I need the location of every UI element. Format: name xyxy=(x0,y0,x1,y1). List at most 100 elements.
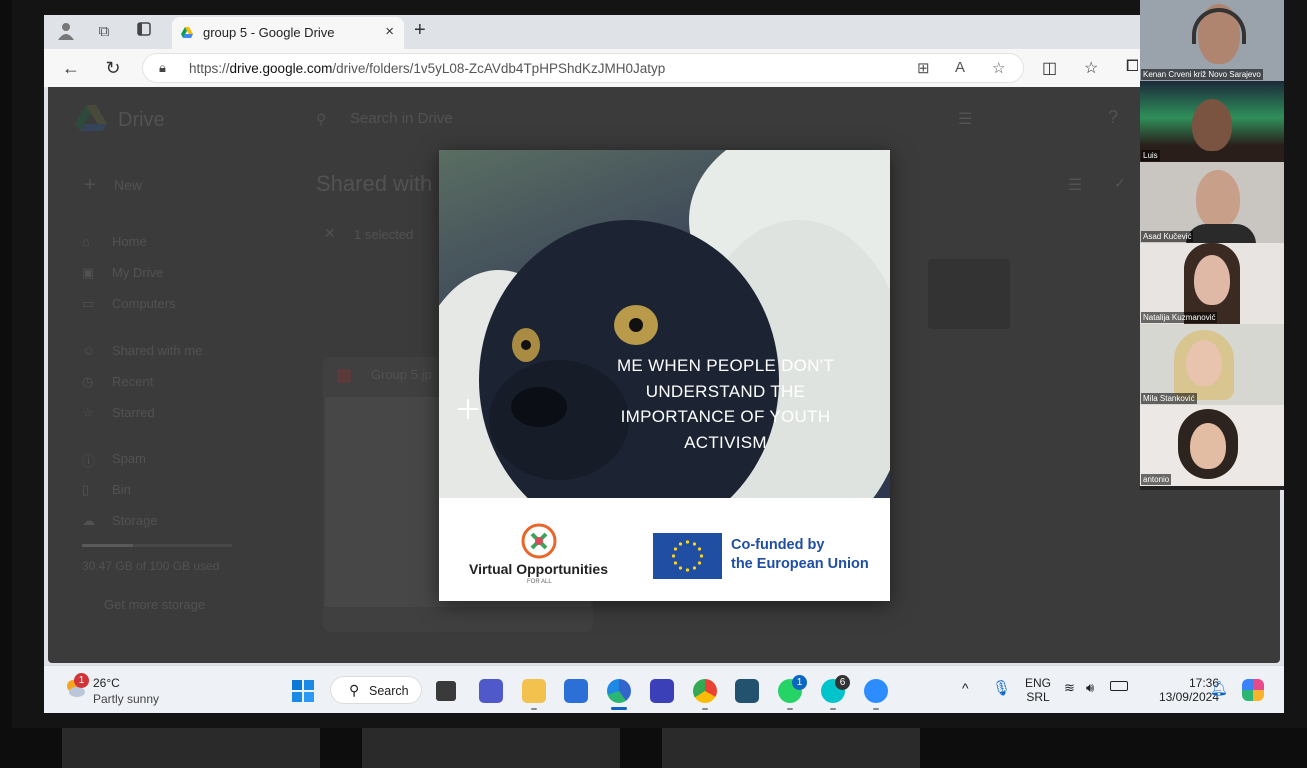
app-icon[interactable] xyxy=(735,679,759,703)
chevron-up-icon[interactable]: ^ xyxy=(962,680,969,696)
teams-icon[interactable] xyxy=(479,679,503,703)
edge-icon[interactable] xyxy=(607,679,631,703)
new-tab-button[interactable]: + xyxy=(414,19,426,42)
sidebar-item-my-drive[interactable]: My Drive xyxy=(112,265,163,280)
profile-icon[interactable] xyxy=(56,22,76,42)
vo-subtitle: FOR ALL xyxy=(527,579,552,585)
task-view-icon[interactable] xyxy=(436,681,456,701)
tab-bar: ⧉ group 5 - Google Drive × + xyxy=(44,15,1284,49)
refresh-button[interactable]: ↻ xyxy=(102,57,124,79)
zoom-icon[interactable] xyxy=(864,679,888,703)
participant-name: Luis xyxy=(1141,150,1160,161)
copilot-icon[interactable] xyxy=(1242,679,1264,701)
get-storage-button[interactable]: Get more storage xyxy=(104,597,205,612)
eu-cofunded-text: Co-funded by the European Union xyxy=(731,536,869,574)
eu-line1: Co-funded by xyxy=(731,537,825,553)
video-gallery: Kenan Crveni križ Novo Sarajevo Luis Asa… xyxy=(1140,0,1284,490)
tab-close-icon[interactable]: × xyxy=(385,23,394,40)
participant-tile[interactable]: Luis xyxy=(1140,81,1284,162)
logo-footer: Virtual Opportunities FOR ALL Co-funded … xyxy=(439,498,890,601)
drive-search-input[interactable]: Search in Drive xyxy=(350,110,453,127)
microphone-icon[interactable]: 🎙︎ xyxy=(992,679,1011,697)
participant-name: Kenan Crveni križ Novo Sarajevo xyxy=(1141,69,1263,80)
sidebar-item-recent[interactable]: Recent xyxy=(112,374,153,389)
sidebar-item-bin[interactable]: Bin xyxy=(112,482,131,497)
back-button[interactable]: ← xyxy=(60,57,82,79)
collections-icon[interactable]: ⧠ xyxy=(1126,58,1139,76)
weather-badge: 1 xyxy=(74,673,89,688)
wifi-icon[interactable]: ≋ xyxy=(1064,680,1075,696)
participant-tile[interactable]: Mila Stanković xyxy=(1140,324,1284,405)
storage-used: 30.47 GB of 100 GB used xyxy=(82,559,220,573)
lang-line2: SRL xyxy=(1026,690,1050,704)
clear-selection-icon[interactable]: ✕ xyxy=(324,225,336,242)
app-available-icon[interactable]: ⊞ xyxy=(917,59,930,77)
help-icon[interactable]: ? xyxy=(1108,107,1118,128)
check-icon[interactable]: ✓ xyxy=(1114,175,1126,192)
starred-icon: ☆ xyxy=(82,405,94,420)
sidebar-item-spam[interactable]: Spam xyxy=(112,451,146,466)
participant-video xyxy=(1190,423,1226,469)
notification-bell-icon[interactable]: 🔔︎ xyxy=(1210,680,1228,697)
battery-icon[interactable] xyxy=(1110,681,1128,691)
running-indicator xyxy=(702,708,708,710)
sidebar-item-shared[interactable]: Shared with me xyxy=(112,343,202,358)
weather-desc: Partly sunny xyxy=(93,692,160,706)
page-title: Shared with xyxy=(316,171,433,196)
chrome-icon[interactable] xyxy=(693,679,717,703)
eu-flag-icon xyxy=(653,533,722,579)
app-icon[interactable] xyxy=(650,679,674,703)
headset-icon xyxy=(1192,8,1246,44)
participant-tile[interactable]: Asad Kučević xyxy=(1140,162,1284,243)
url-field[interactable]: 🔒︎ https://drive.google.com/drive/folder… xyxy=(142,53,1024,83)
tab-actions-icon[interactable] xyxy=(134,22,154,42)
eu-line2: the European Union xyxy=(731,556,869,572)
participant-tile[interactable]: Natalija Kuzmanović xyxy=(1140,243,1284,324)
caption-line: UNDERSTAND THE xyxy=(645,381,806,401)
running-indicator xyxy=(531,708,537,710)
participant-video xyxy=(1192,99,1232,151)
canva-badge: 6 xyxy=(835,675,850,690)
favorites-icon[interactable]: ☆ xyxy=(1084,58,1098,78)
file-explorer-icon[interactable] xyxy=(522,679,546,703)
list-view-icon[interactable]: ☰ xyxy=(1068,175,1082,195)
weather-temp: 26°C xyxy=(93,676,120,690)
microsoft-store-icon[interactable] xyxy=(564,679,588,703)
volume-icon[interactable]: 🔊︎ xyxy=(1086,680,1094,696)
read-aloud-icon[interactable]: A xyxy=(955,59,965,76)
search-icon[interactable]: ⚲ xyxy=(316,111,326,128)
storage-bar-fill xyxy=(82,544,133,547)
new-button[interactable]: New xyxy=(114,177,142,193)
url-prefix: https:// xyxy=(189,61,230,76)
participant-video xyxy=(1194,255,1230,305)
participant-name: Mila Stanković xyxy=(1141,393,1197,404)
clock-date: 13/09/2024 xyxy=(1158,690,1219,704)
selection-count: 1 selected xyxy=(354,227,414,242)
sidebar-item-computers[interactable]: Computers xyxy=(112,296,176,311)
search-label: Search xyxy=(369,684,409,698)
search-options-icon[interactable]: ☰ xyxy=(958,109,972,129)
language-indicator[interactable]: ENG SRL xyxy=(1025,676,1051,704)
tab-google-drive[interactable]: group 5 - Google Drive × xyxy=(172,17,404,49)
sidebar-item-starred[interactable]: Starred xyxy=(112,405,155,420)
computers-icon: ▭ xyxy=(82,296,95,311)
sidebar-item-storage[interactable]: Storage xyxy=(112,513,158,528)
image-preview[interactable]: ME WHEN PEOPLE DON'T UNDERSTAND THE IMPO… xyxy=(439,150,890,601)
participant-tile[interactable]: antonio xyxy=(1140,405,1284,486)
search-icon: ⚲ xyxy=(349,682,360,698)
clock-time: 17:36 xyxy=(1188,676,1219,690)
tab-title: group 5 - Google Drive xyxy=(203,25,335,40)
favorite-star-icon[interactable]: ☆ xyxy=(992,59,1005,77)
windows-start-icon[interactable] xyxy=(291,679,315,703)
windows-taskbar: 1 26°C Partly sunny ⚲ Search 1 6 ^ 🎙︎ EN… xyxy=(44,665,1284,713)
workspaces-icon[interactable]: ⧉ xyxy=(94,22,114,42)
split-screen-icon[interactable]: ◫ xyxy=(1042,58,1057,78)
running-indicator xyxy=(830,708,836,710)
participant-tile[interactable]: Kenan Crveni križ Novo Sarajevo xyxy=(1140,0,1284,81)
sidebar-item-home[interactable]: Home xyxy=(112,234,147,249)
taskbar-search-box[interactable]: ⚲ Search xyxy=(330,676,422,704)
clock[interactable]: 17:36 13/09/2024 xyxy=(1143,676,1219,704)
participant-video xyxy=(1186,340,1222,386)
image-file-icon xyxy=(337,369,351,383)
lemur-photo: ME WHEN PEOPLE DON'T UNDERSTAND THE IMPO… xyxy=(439,150,890,498)
